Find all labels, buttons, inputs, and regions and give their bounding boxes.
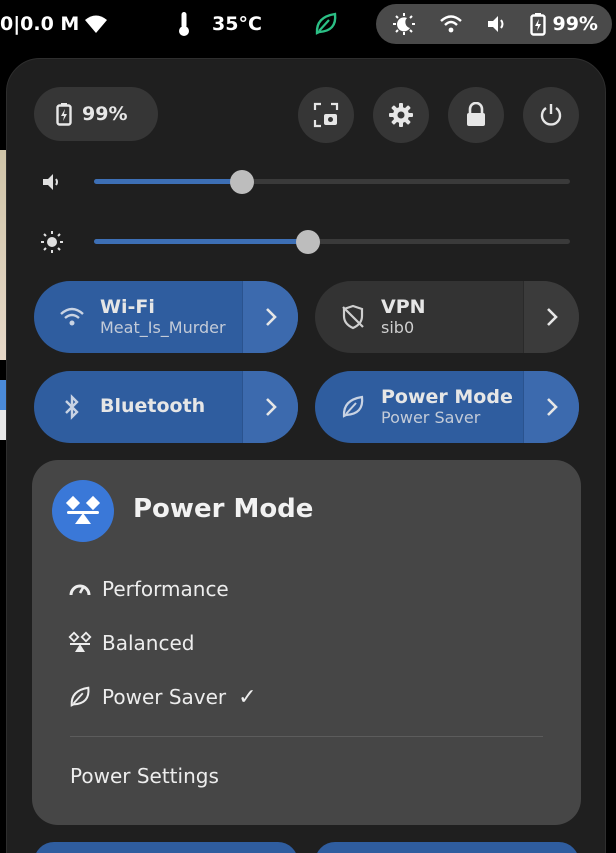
night-light-icon xyxy=(392,12,416,36)
vpn-toggle[interactable]: VPN sib0 xyxy=(315,281,579,353)
next-toggle-peek[interactable] xyxy=(315,842,579,853)
battery-charging-icon xyxy=(56,103,72,126)
menu-separator xyxy=(70,736,543,737)
battery-percentage: 99% xyxy=(552,13,598,35)
power-mode-submenu: Power Mode Performance Balanced Power Sa… xyxy=(32,460,581,825)
menu-item-label: Power Saver xyxy=(102,685,227,709)
menu-item-power-saver[interactable]: Power Saver ✓ xyxy=(68,682,257,712)
menu-item-balanced[interactable]: Balanced xyxy=(68,628,194,658)
wifi-icon xyxy=(84,8,108,40)
vpn-toggle-main[interactable]: VPN sib0 xyxy=(315,281,523,353)
menu-item-label: Balanced xyxy=(102,631,195,655)
brightness-slider[interactable] xyxy=(94,230,570,254)
vpn-toggle-title: VPN xyxy=(381,295,426,318)
power-mode-toggle[interactable]: Power Mode Power Saver xyxy=(315,371,579,443)
system-status-pill[interactable]: 99% xyxy=(376,4,612,44)
settings-button[interactable] xyxy=(373,87,429,143)
gear-icon xyxy=(389,103,413,127)
chevron-right-icon xyxy=(265,398,277,416)
battery-pill-label: 99% xyxy=(82,103,128,125)
power-mode-toggle-title: Power Mode xyxy=(381,385,513,408)
battery-charging-icon xyxy=(530,13,547,36)
chevron-right-icon xyxy=(546,308,558,326)
selected-checkmark: ✓ xyxy=(238,684,257,710)
power-settings-link[interactable]: Power Settings xyxy=(70,764,219,788)
vpn-connection-name: sib0 xyxy=(381,317,415,337)
wifi-toggle[interactable]: Wi-Fi Meat_Is_Murder xyxy=(34,281,298,353)
screen: 0|0.0 M 35°C 99% 99% Wi-Fi Meat_Is_Murde… xyxy=(0,0,616,853)
wifi-network-name: Meat_Is_Murder xyxy=(100,317,226,337)
next-toggle-peek[interactable] xyxy=(34,842,298,853)
bluetooth-toggle-main[interactable]: Bluetooth xyxy=(34,371,242,443)
volume-icon xyxy=(40,170,64,194)
power-icon xyxy=(540,104,562,126)
battery-pill[interactable]: 99% xyxy=(34,87,158,141)
volume-icon xyxy=(486,13,508,35)
volume-slider-handle[interactable] xyxy=(229,170,254,194)
wifi-toggle-title: Wi-Fi xyxy=(100,295,155,318)
leaf-icon[interactable] xyxy=(313,8,339,40)
balanced-icon xyxy=(68,631,92,655)
power-button[interactable] xyxy=(523,87,579,143)
wifi-icon xyxy=(58,303,86,331)
brightness-slider-handle[interactable] xyxy=(296,230,321,254)
power-mode-toggle-main[interactable]: Power Mode Power Saver xyxy=(315,371,523,443)
chevron-right-icon xyxy=(265,308,277,326)
bluetooth-icon xyxy=(58,393,86,421)
volume-slider[interactable] xyxy=(94,170,570,194)
temperature: 35°C xyxy=(212,13,262,35)
brightness-icon xyxy=(40,230,64,254)
screenshot-button[interactable] xyxy=(298,87,354,143)
volume-slider-fill xyxy=(94,179,242,184)
wifi-icon xyxy=(439,14,463,34)
bluetooth-toggle[interactable]: Bluetooth xyxy=(34,371,298,443)
performance-icon xyxy=(68,577,92,601)
top-bar: 0|0.0 M 35°C 99% xyxy=(0,0,616,50)
lock-icon xyxy=(467,102,485,126)
lock-button[interactable] xyxy=(448,87,504,143)
menu-item-performance[interactable]: Performance xyxy=(68,574,229,604)
chevron-right-icon xyxy=(546,398,558,416)
volume-slider-row xyxy=(40,166,570,196)
brightness-slider-row xyxy=(40,226,570,256)
wifi-toggle-main[interactable]: Wi-Fi Meat_Is_Murder xyxy=(34,281,242,353)
network-speed: 0|0.0 M xyxy=(0,13,80,35)
power-saver-icon xyxy=(339,393,367,421)
brightness-slider-fill xyxy=(94,239,309,244)
power-mode-icon xyxy=(52,480,114,542)
submenu-title: Power Mode xyxy=(133,494,314,524)
bluetooth-toggle-title: Bluetooth xyxy=(100,395,206,418)
menu-item-label: Performance xyxy=(102,577,229,601)
battery-status: 99% xyxy=(530,12,598,36)
thermometer-icon xyxy=(176,8,192,40)
vpn-off-icon xyxy=(339,303,367,331)
power-saver-icon xyxy=(68,685,92,709)
power-mode-current: Power Saver xyxy=(381,407,481,427)
screenshot-icon xyxy=(313,102,339,128)
